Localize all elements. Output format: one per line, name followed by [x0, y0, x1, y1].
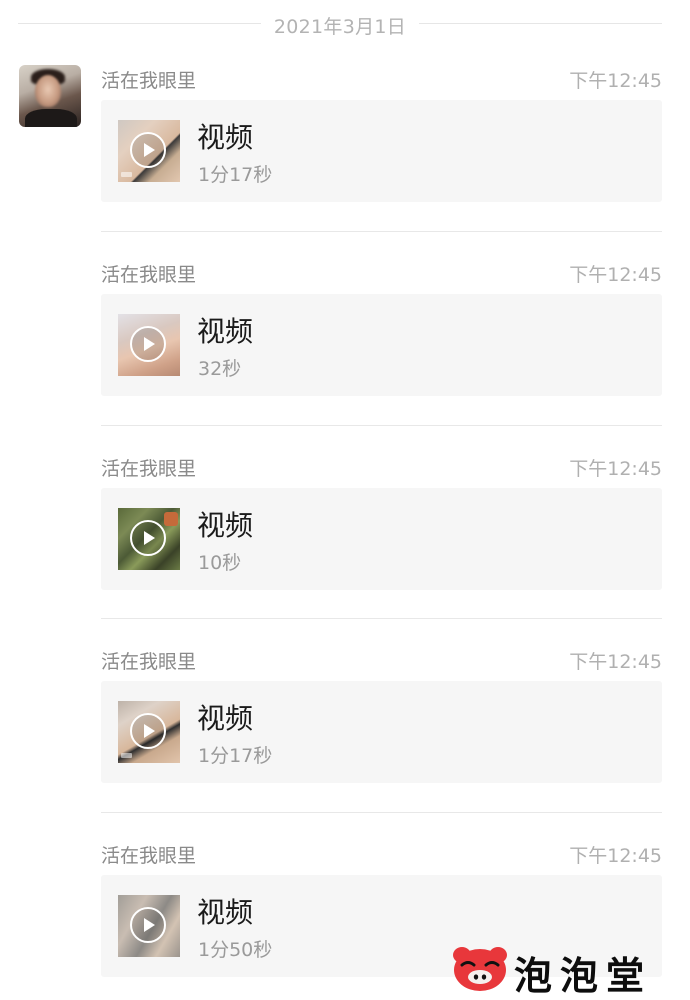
play-icon: [130, 907, 166, 943]
sender-name: 活在我眼里: [101, 651, 197, 673]
sender-name: 活在我眼里: [101, 845, 197, 867]
watermark: 泡泡堂: [450, 943, 682, 998]
entry-divider: [101, 812, 662, 813]
avatar-face: [35, 75, 61, 107]
video-thumbnail[interactable]: [118, 120, 180, 182]
message-time: 下午12:45: [569, 264, 662, 286]
entry-divider: [101, 231, 662, 232]
entry-divider: [101, 618, 662, 619]
sender-name: 活在我眼里: [101, 70, 197, 92]
video-thumbnail[interactable]: [118, 508, 180, 570]
pig-mascot-icon: [453, 947, 507, 991]
date-separator-line-right: [419, 23, 662, 24]
sender-avatar[interactable]: [19, 65, 81, 127]
thumbnail-accent: [164, 512, 178, 526]
video-message-card[interactable]: 视频 1分17秒: [101, 100, 662, 202]
play-icon: [130, 326, 166, 362]
video-thumbnail[interactable]: [118, 314, 180, 376]
play-icon: [130, 132, 166, 168]
video-thumbnail[interactable]: [118, 895, 180, 957]
video-label: 视频: [197, 315, 254, 348]
date-separator: 2021年3月1日: [18, 10, 662, 40]
video-duration: 10秒: [198, 552, 242, 574]
video-message-card[interactable]: 视频 1分17秒: [101, 681, 662, 783]
video-message-card[interactable]: 视频 32秒: [101, 294, 662, 396]
message-time: 下午12:45: [569, 651, 662, 673]
watermark-text: 泡泡堂: [514, 954, 653, 998]
video-message-card[interactable]: 视频 10秒: [101, 488, 662, 590]
video-label: 视频: [197, 702, 254, 735]
video-badge: [121, 172, 132, 177]
date-separator-label: 2021年3月1日: [273, 16, 407, 38]
play-icon: [130, 520, 166, 556]
video-badge: [121, 753, 132, 758]
entry-divider: [101, 425, 662, 426]
video-duration: 1分17秒: [198, 164, 273, 186]
video-label: 视频: [197, 896, 254, 929]
video-duration: 32秒: [198, 358, 242, 380]
message-time: 下午12:45: [569, 458, 662, 480]
message-time: 下午12:45: [569, 845, 662, 867]
video-duration: 1分50秒: [198, 939, 273, 961]
sender-name: 活在我眼里: [101, 458, 197, 480]
video-thumbnail[interactable]: [118, 701, 180, 763]
video-duration: 1分17秒: [198, 745, 273, 767]
video-label: 视频: [197, 509, 254, 542]
sender-name: 活在我眼里: [101, 264, 197, 286]
message-time: 下午12:45: [569, 70, 662, 92]
video-label: 视频: [197, 121, 254, 154]
play-icon: [130, 713, 166, 749]
avatar-shirt: [25, 109, 77, 127]
